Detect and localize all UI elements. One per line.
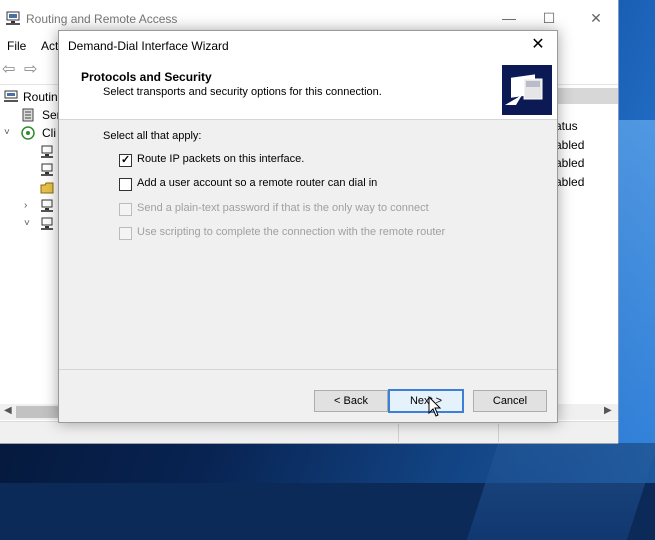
back-button[interactable]: < Back: [314, 390, 388, 412]
interface-icon: [41, 145, 53, 158]
menu-action[interactable]: Act: [41, 39, 58, 53]
dialog-title-bar: Demand-Dial Interface Wizard ✕: [59, 31, 557, 59]
use-scripting-checkbox: [119, 227, 132, 240]
chevron-down-icon[interactable]: ˅: [24, 218, 30, 229]
wizard-footer: < Back Next > Cancel: [59, 369, 557, 423]
page-subtitle: Select transports and security options f…: [103, 86, 382, 98]
status-cell: abled: [555, 138, 585, 152]
minimize-button[interactable]: —: [495, 6, 523, 30]
interface-icon: [41, 163, 53, 176]
scroll-thumb[interactable]: [16, 406, 60, 418]
column-header-status[interactable]: atus: [555, 119, 578, 133]
wizard-body: Select all that apply: ✓ Route IP packet…: [59, 120, 557, 368]
option-label: Use scripting to complete the connection…: [137, 226, 446, 238]
next-button[interactable]: Next >: [388, 389, 464, 413]
scroll-left-icon[interactable]: ◀: [4, 405, 12, 416]
close-button[interactable]: ✕: [582, 6, 610, 30]
demand-dial-wizard-dialog: Demand-Dial Interface Wizard ✕ Protocols…: [58, 30, 558, 423]
wizard-header: Protocols and Security Select transports…: [59, 59, 557, 120]
chevron-right-icon[interactable]: ›: [24, 200, 27, 211]
forward-arrow-icon[interactable]: ⇨: [24, 62, 42, 78]
network-icon: [21, 126, 35, 140]
menu-file[interactable]: File: [7, 39, 26, 53]
mouse-cursor-icon: [428, 396, 442, 417]
server-status-icon: [22, 108, 34, 122]
select-prompt: Select all that apply:: [103, 130, 202, 142]
status-cell: abled: [555, 175, 585, 189]
interface-icon: [41, 217, 53, 230]
server-icon: [4, 90, 18, 102]
option-label: Add a user account so a remote router ca…: [137, 177, 378, 189]
scroll-right-icon[interactable]: ▶: [604, 405, 612, 416]
details-pane: atus abled abled abled: [555, 86, 618, 404]
dialog-title: Demand-Dial Interface Wizard: [68, 39, 229, 53]
add-user-account-checkbox[interactable]: [119, 178, 132, 191]
route-ip-checkbox[interactable]: ✓: [119, 154, 132, 167]
status-cell: abled: [555, 156, 585, 170]
maximize-button[interactable]: ☐: [535, 6, 563, 30]
cancel-button[interactable]: Cancel: [473, 390, 547, 412]
routing-app-icon: [6, 11, 20, 25]
plain-text-password-checkbox: [119, 203, 132, 216]
folder-icon: [40, 182, 54, 194]
taskbar-area: [0, 443, 655, 483]
details-header-strip: [556, 88, 618, 104]
wizard-graphic-icon: [502, 65, 552, 115]
option-label: Route IP packets on this interface.: [137, 153, 305, 165]
dialog-close-button[interactable]: ✕: [525, 34, 551, 56]
interface-icon: [41, 199, 53, 212]
page-title: Protocols and Security: [81, 70, 212, 84]
status-divider: [498, 424, 499, 442]
checkmark-icon: ✓: [121, 154, 131, 166]
status-divider: [398, 424, 399, 442]
console-tree: Routin Ser ˅ Cli › ˅: [0, 86, 61, 404]
tree-item-label: Cli: [42, 126, 56, 140]
window-title: Routing and Remote Access: [26, 12, 178, 26]
status-bar: [0, 421, 618, 444]
back-arrow-icon[interactable]: ⇦: [2, 62, 20, 78]
tree-item-label: Routin: [23, 90, 58, 104]
chevron-down-icon[interactable]: ˅: [4, 127, 10, 138]
option-label: Send a plain-text password if that is th…: [137, 202, 429, 214]
